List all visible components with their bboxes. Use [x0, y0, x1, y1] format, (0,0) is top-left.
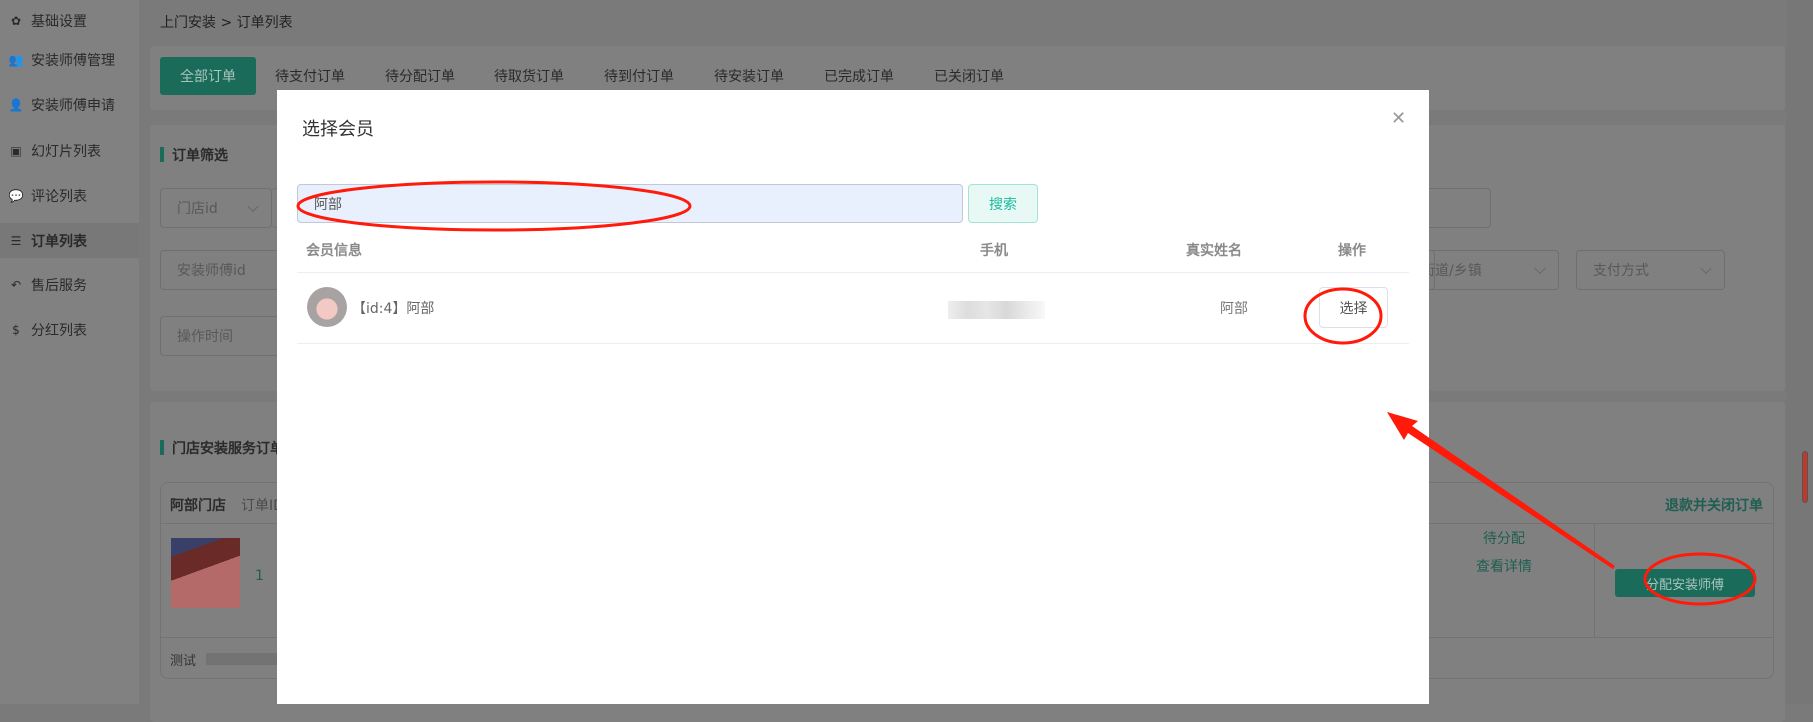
annotation-ellipse-assign	[1643, 552, 1757, 606]
annotation-arrow-icon	[1387, 412, 1615, 569]
annotation-layer	[296, 180, 1757, 606]
annotation-ellipse-search	[296, 180, 692, 232]
annotation-ellipse-select	[1303, 287, 1383, 345]
